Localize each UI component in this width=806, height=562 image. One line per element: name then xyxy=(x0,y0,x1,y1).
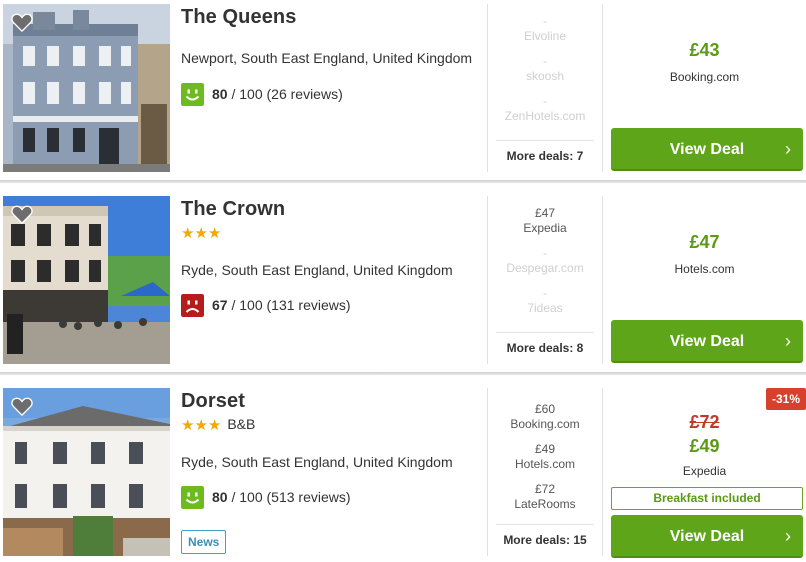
hotel-card: The Crown ★★★ Ryde, South East England, … xyxy=(0,192,806,370)
accommodation-type: B&B xyxy=(227,416,256,432)
chevron-right-icon: › xyxy=(785,526,791,546)
hotel-card: Dorset ★★★ B&B Ryde, South East England, … xyxy=(0,384,806,562)
star-rating: ★★★ xyxy=(181,225,222,242)
alternative-deals: £47 Expedia - Despegar.com -7ideas More de… xyxy=(487,196,603,364)
smiley-happy-icon xyxy=(181,82,204,106)
deal-item[interactable]: - ZenHotels.com xyxy=(488,94,602,124)
hotel-name[interactable]: The Crown xyxy=(181,198,285,221)
hotel-photo[interactable] xyxy=(3,4,170,172)
smiley-happy-icon xyxy=(181,485,204,509)
best-provider: Booking.com xyxy=(669,70,740,84)
original-price: £72 xyxy=(689,412,720,432)
heart-icon[interactable] xyxy=(11,396,33,416)
news-badge[interactable]: News xyxy=(181,530,227,554)
deal-item[interactable]: - Despegar.com xyxy=(488,246,602,276)
hotel-location: Ryde, South East England, United Kingdom xyxy=(181,262,453,278)
hotel-location: Newport, South East England, United King… xyxy=(181,50,473,66)
deal-item[interactable]: £72 LateRooms xyxy=(488,482,602,512)
more-deals-link[interactable]: More deals: 8 xyxy=(496,332,594,364)
rating-score: 80 / 100 (26 reviews) xyxy=(212,86,343,102)
star-rating: ★★★ B&B xyxy=(181,416,256,434)
hotel-name[interactable]: Dorset xyxy=(181,390,245,413)
alternative-deals: £60 Booking.com £49 Hotels.com £72 LateRoom… xyxy=(487,388,603,556)
best-deal: -31% £72 £49 Expedia Breakfast included … xyxy=(603,388,806,558)
deal-item[interactable]: - Elvoline xyxy=(488,14,602,44)
discount-badge: -31% xyxy=(765,388,806,410)
rating-score: 80 / 100 (513 reviews) xyxy=(212,489,351,505)
more-deals-link[interactable]: More deals: 7 xyxy=(496,140,594,172)
deal-item[interactable]: £60 Booking.com xyxy=(488,402,602,432)
alternative-deals: - Elvoline - skoosh - ZenHotels.com More de… xyxy=(487,4,603,172)
best-price[interactable]: £49 xyxy=(603,436,806,457)
hotel-location: Ryde, South East England, United Kingdom xyxy=(181,454,453,470)
best-provider: Expedia xyxy=(682,464,727,478)
smiley-sad-icon xyxy=(181,293,204,317)
hotel-photo[interactable] xyxy=(3,388,170,556)
heart-icon[interactable] xyxy=(11,204,33,224)
best-price[interactable]: £47 xyxy=(603,232,806,253)
hotel-photo[interactable] xyxy=(3,196,170,364)
chevron-right-icon: › xyxy=(785,331,791,351)
deal-item[interactable]: -7ideas xyxy=(488,286,602,316)
view-deal-button[interactable]: View Deal › xyxy=(611,320,803,363)
card-divider xyxy=(0,178,806,192)
best-deal: £47 Hotels.com View Deal › xyxy=(603,196,806,364)
breakfast-included-badge: Breakfast included xyxy=(611,487,803,510)
hotel-name[interactable]: The Queens xyxy=(181,6,296,29)
view-deal-button[interactable]: View Deal › xyxy=(611,128,803,171)
best-provider: Hotels.com xyxy=(674,262,735,276)
rating-row: 80 / 100 (513 reviews) xyxy=(181,485,351,509)
rating-row: 80 / 100 (26 reviews) xyxy=(181,82,343,106)
heart-icon[interactable] xyxy=(11,12,33,32)
rating-score: 67 / 100 (131 reviews) xyxy=(212,297,351,313)
view-deal-button[interactable]: View Deal › xyxy=(611,515,803,558)
deal-item[interactable]: £49 Hotels.com xyxy=(488,442,602,472)
deal-item[interactable]: - skoosh xyxy=(488,54,602,84)
more-deals-link[interactable]: More deals: 15 xyxy=(496,524,594,556)
card-divider xyxy=(0,370,806,384)
chevron-right-icon: › xyxy=(785,139,791,159)
best-deal: £43 Booking.com View Deal › xyxy=(603,4,806,172)
hotel-card: The Queens Newport, South East England, … xyxy=(0,0,806,178)
deal-item[interactable]: £47 Expedia xyxy=(488,206,602,236)
rating-row: 67 / 100 (131 reviews) xyxy=(181,293,351,317)
best-price[interactable]: £43 xyxy=(603,40,806,61)
